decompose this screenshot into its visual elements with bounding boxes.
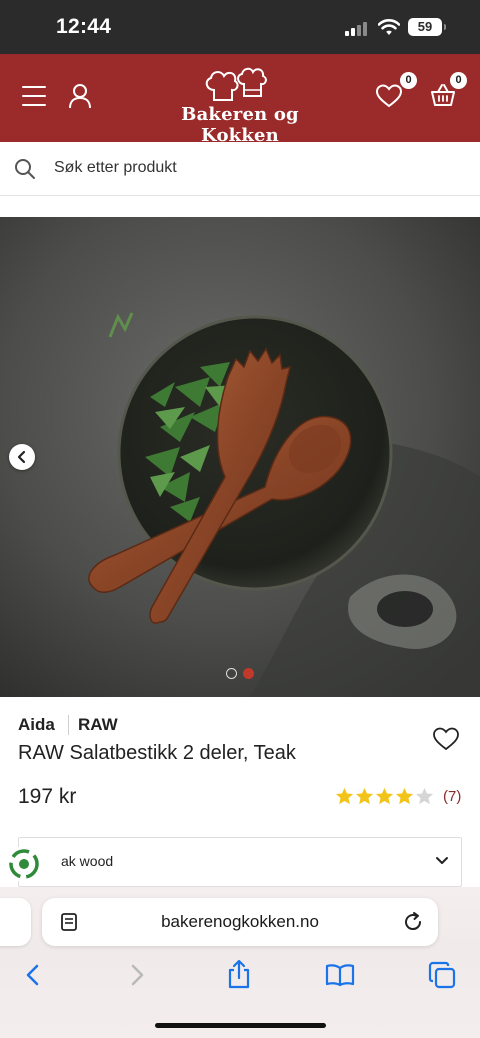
battery-indicator: 59 <box>408 18 446 36</box>
star-filled-icon <box>375 787 394 805</box>
gallery-dot-2[interactable] <box>243 668 254 679</box>
product-gallery[interactable] <box>0 217 480 697</box>
wishlist-button[interactable]: 0 <box>375 72 417 113</box>
home-indicator <box>155 1023 326 1028</box>
recycle-leaf-icon <box>9 849 39 879</box>
star-filled-icon <box>395 787 414 805</box>
status-time: 12:44 <box>56 15 112 38</box>
url-text: bakerenogkokken.no <box>161 912 319 931</box>
series-link[interactable]: RAW <box>78 715 118 735</box>
cellular-signal-icon <box>345 22 369 36</box>
cart-button[interactable]: 0 <box>430 72 467 112</box>
search-input[interactable]: Søk etter produkt <box>0 142 480 196</box>
browser-toolbar: bakerenogkokken.no <box>0 887 480 1038</box>
status-bar: 12:44 59 <box>0 0 480 54</box>
product-price: 197 kr <box>18 785 77 808</box>
reload-icon[interactable] <box>402 911 424 933</box>
star-filled-icon <box>335 787 354 805</box>
wifi-icon <box>378 19 400 35</box>
site-logo[interactable]: Bakeren og Kokken <box>140 66 340 146</box>
brand-link[interactable]: Aida <box>18 715 55 735</box>
previous-tab-preview[interactable] <box>0 898 31 946</box>
chevron-down-icon <box>436 857 448 864</box>
star-empty-icon <box>415 787 434 805</box>
chevron-left-icon <box>17 450 26 464</box>
logo-text: Bakeren og Kokken <box>181 104 299 146</box>
cart-count-badge: 0 <box>450 72 467 89</box>
product-title: RAW Salatbestikk 2 deler, Teak <box>18 742 296 764</box>
gallery-dot-1[interactable] <box>226 668 237 679</box>
menu-button[interactable] <box>22 86 46 106</box>
search-icon <box>15 159 35 179</box>
heart-icon <box>375 84 403 108</box>
tabs-icon[interactable] <box>428 961 456 989</box>
site-header: Bakeren og Kokken 0 0 <box>0 54 480 146</box>
wishlist-count-badge: 0 <box>400 72 417 89</box>
search-placeholder: Søk etter produkt <box>54 159 177 176</box>
forward-icon[interactable] <box>126 963 148 987</box>
review-count[interactable]: (7) <box>443 788 461 805</box>
bookmarks-icon[interactable] <box>325 963 355 987</box>
star-filled-icon <box>355 787 374 805</box>
variant-value: ak wood <box>61 853 114 869</box>
add-to-wishlist-heart-icon[interactable] <box>433 727 459 751</box>
share-icon[interactable] <box>226 959 252 989</box>
gallery-prev-button[interactable] <box>9 444 35 470</box>
back-icon[interactable] <box>22 963 44 987</box>
brand-divider <box>68 715 69 735</box>
address-bar[interactable]: bakerenogkokken.no <box>42 898 438 946</box>
chef-hats-logo-icon <box>205 67 267 101</box>
eco-badge[interactable] <box>6 846 42 882</box>
product-image <box>0 217 480 697</box>
user-icon[interactable] <box>68 83 92 109</box>
variant-select[interactable]: ak wood <box>18 837 462 887</box>
